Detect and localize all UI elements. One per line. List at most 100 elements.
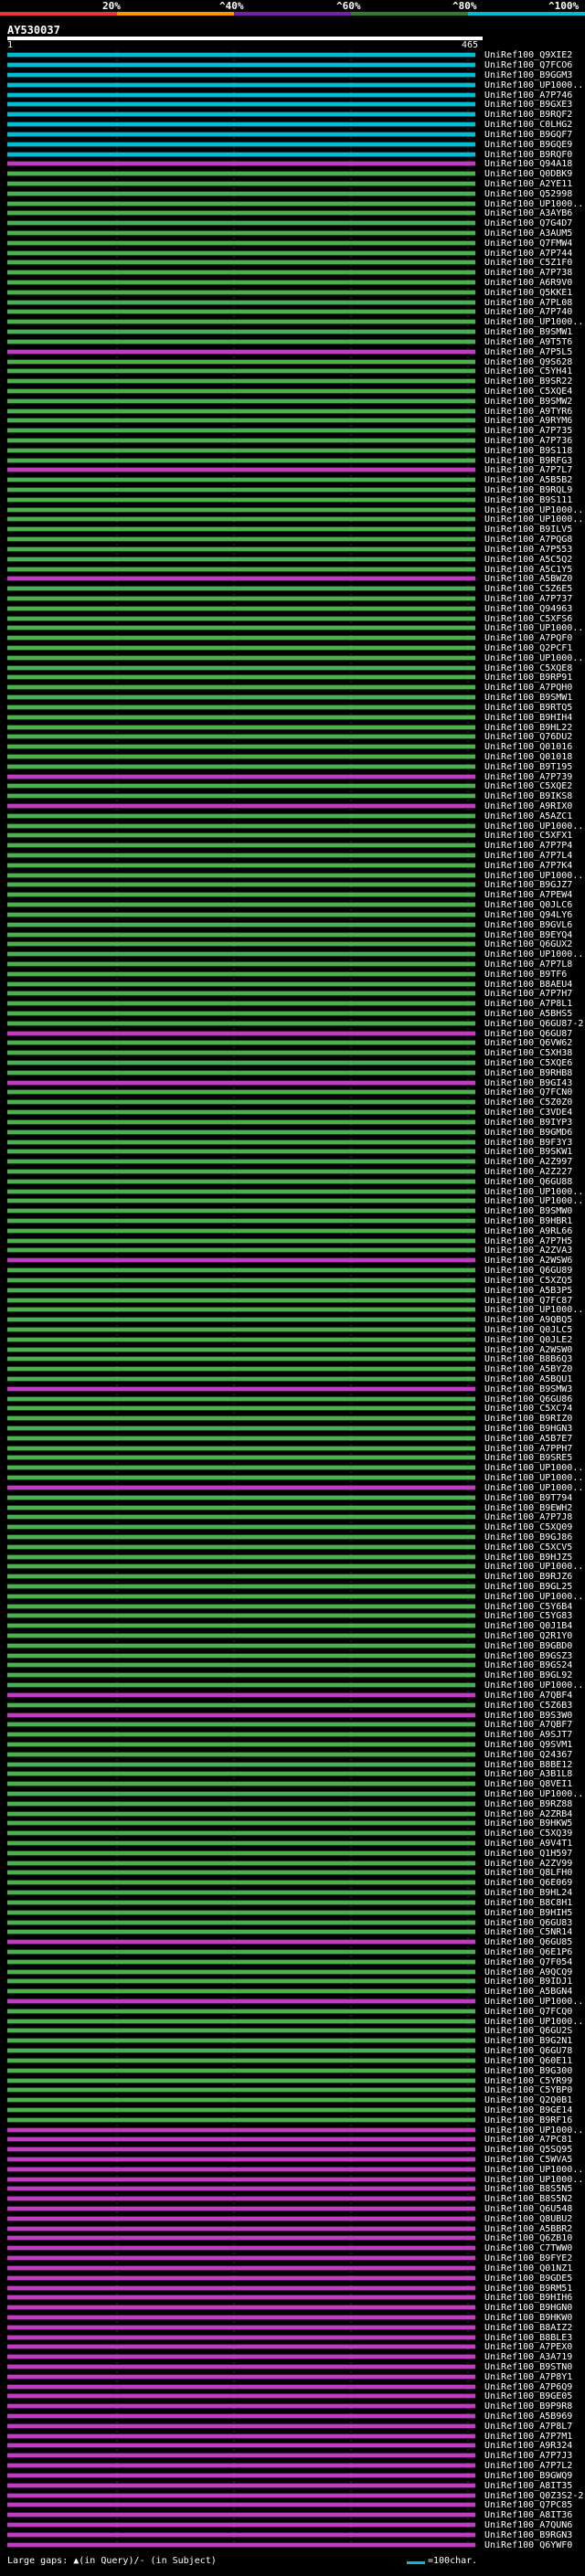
hit-label[interactable]: UniRef100_Q9XIE2: [484, 50, 572, 60]
hit-label[interactable]: UniRef100_A7P553: [484, 545, 572, 555]
hit-label[interactable]: UniRef100_Q8UBU2: [484, 2214, 572, 2224]
hit-label[interactable]: UniRef100_UP1000...: [484, 1483, 585, 1493]
hit-label[interactable]: UniRef100_UP1000...: [484, 1196, 585, 1206]
hit-label[interactable]: UniRef100_A9T5T6: [484, 337, 572, 347]
hit-label[interactable]: UniRef100_B9HIH4: [484, 713, 572, 723]
hit-label[interactable]: UniRef100_A7PQG8: [484, 535, 572, 545]
hit-label[interactable]: UniRef100_A7P737: [484, 594, 572, 604]
hit-label[interactable]: UniRef100_UP1000...: [484, 317, 585, 327]
hit-label[interactable]: UniRef100_A6R9V0: [484, 278, 572, 288]
hit-label[interactable]: UniRef100_B9SR22: [484, 376, 572, 387]
hit-label[interactable]: UniRef100_A5BYZ0: [484, 1364, 572, 1374]
hit-label[interactable]: UniRef100_A2ZVA3: [484, 1246, 572, 1256]
hit-label[interactable]: UniRef100_C7TWW0: [484, 2243, 572, 2253]
hit-label[interactable]: UniRef100_A5C5Q2: [484, 555, 572, 565]
hit-label[interactable]: UniRef100_Q1H597: [484, 1849, 572, 1859]
hit-label[interactable]: UniRef100_B9GXE3: [484, 100, 572, 110]
hit-label[interactable]: UniRef100_C0LHG2: [484, 120, 572, 130]
hit-label[interactable]: UniRef100_B9GWQ9: [484, 2471, 572, 2481]
hit-label[interactable]: UniRef100_UP1000...: [484, 623, 585, 633]
hit-label[interactable]: UniRef100_UP1000...: [484, 1789, 585, 1799]
hit-label[interactable]: UniRef100_A2Z227: [484, 1167, 572, 1177]
hit-label[interactable]: UniRef100_Q2PCF1: [484, 643, 572, 653]
hit-label[interactable]: UniRef100_A7P8L1: [484, 999, 572, 1009]
hit-label[interactable]: UniRef100_A7P7L7: [484, 465, 572, 475]
hit-label[interactable]: UniRef100_A7PEX0: [484, 2342, 572, 2352]
hit-label[interactable]: UniRef100_B9RQF2: [484, 110, 572, 120]
hit-label[interactable]: UniRef100_UP1000...: [484, 1562, 585, 1572]
hit-label[interactable]: UniRef100_A5BWZ0: [484, 574, 572, 584]
hit-label[interactable]: UniRef100_B9HKW5: [484, 1818, 572, 1829]
hit-label[interactable]: UniRef100_B9RGN3: [484, 2530, 572, 2540]
hit-label[interactable]: UniRef100_Q7FCO6: [484, 60, 572, 70]
hit-label[interactable]: UniRef100_B9RP91: [484, 673, 572, 683]
hit-label[interactable]: UniRef100_UP1000...: [484, 1680, 585, 1691]
hit-label[interactable]: UniRef100_A5BGN4: [484, 1987, 572, 1997]
hit-label[interactable]: UniRef100_Q94A18: [484, 159, 572, 169]
hit-label[interactable]: UniRef100_A3B1L8: [484, 1769, 572, 1779]
hit-label[interactable]: UniRef100_B9GQE9: [484, 140, 572, 150]
hit-label[interactable]: UniRef100_C5YH41: [484, 366, 572, 376]
hit-label[interactable]: UniRef100_B9GS24: [484, 1660, 572, 1670]
hit-label[interactable]: UniRef100_B8C8H1: [484, 1898, 572, 1908]
hit-label[interactable]: UniRef100_B9S111: [484, 495, 572, 505]
hit-label[interactable]: UniRef100_Q6GUX2: [484, 939, 572, 949]
hit-label[interactable]: UniRef100_Q6E069: [484, 1878, 572, 1888]
hit-label[interactable]: UniRef100_Q8VEI1: [484, 1779, 572, 1789]
hit-label[interactable]: UniRef100_C5Z6E5: [484, 584, 572, 594]
hit-label[interactable]: UniRef100_A7QBF7: [484, 1720, 572, 1730]
hit-label[interactable]: UniRef100_B9GE14: [484, 2105, 572, 2115]
hit-label[interactable]: UniRef100_C5XQE6: [484, 1058, 572, 1068]
hit-label[interactable]: UniRef100_B9GJ86: [484, 1532, 572, 1542]
hit-label[interactable]: UniRef100_A7P740: [484, 307, 572, 317]
hit-label[interactable]: UniRef100_A7PQF0: [484, 633, 572, 643]
hit-label[interactable]: UniRef100_A9RIX0: [484, 801, 572, 811]
hit-label[interactable]: UniRef100_C5XQE2: [484, 781, 572, 791]
hit-label[interactable]: UniRef100_C5XZQ5: [484, 1276, 572, 1286]
hit-label[interactable]: UniRef100_Q6U548: [484, 2204, 572, 2214]
hit-label[interactable]: UniRef100_A5B969: [484, 2412, 572, 2422]
hit-label[interactable]: UniRef100_C5Z6B3: [484, 1701, 572, 1711]
hit-label[interactable]: UniRef100_A7P8Y1: [484, 2372, 572, 2382]
hit-label[interactable]: UniRef100_A7P736: [484, 436, 572, 446]
hit-label[interactable]: UniRef100_B9S118: [484, 446, 572, 456]
hit-label[interactable]: UniRef100_Q7FMW4: [484, 239, 572, 249]
hit-label[interactable]: UniRef100_Q6GU85: [484, 1937, 572, 1947]
hit-label[interactable]: UniRef100_B9GMD6: [484, 1128, 572, 1138]
hit-label[interactable]: UniRef100_Q6GU78: [484, 2046, 572, 2056]
hit-label[interactable]: UniRef100_A5BHS5: [484, 1009, 572, 1019]
hit-label[interactable]: UniRef100_Q0JLC6: [484, 900, 572, 910]
hit-label[interactable]: UniRef100_C5XC74: [484, 1404, 572, 1414]
hit-label[interactable]: UniRef100_C3VDE4: [484, 1108, 572, 1118]
hit-label[interactable]: UniRef100_B8AIZ2: [484, 2323, 572, 2333]
hit-label[interactable]: UniRef100_B9GE05: [484, 2391, 572, 2401]
hit-label[interactable]: UniRef100_B9HGN3: [484, 1424, 572, 1434]
hit-label[interactable]: UniRef100_UP1000...: [484, 949, 585, 959]
hit-label[interactable]: UniRef100_B9T195: [484, 762, 572, 772]
hit-label[interactable]: UniRef100_B9GVL6: [484, 920, 572, 930]
hit-label[interactable]: UniRef100_A2YE11: [484, 179, 572, 189]
hit-label[interactable]: UniRef100_A7P7L4: [484, 851, 572, 861]
hit-label[interactable]: UniRef100_Q9SVM1: [484, 1740, 572, 1750]
hit-label[interactable]: UniRef100_A3A719: [484, 2352, 572, 2362]
hit-label[interactable]: UniRef100_A5B5B2: [484, 475, 572, 485]
hit-label[interactable]: UniRef100_Q6E1P6: [484, 1947, 572, 1957]
hit-label[interactable]: UniRef100_Q52998: [484, 189, 572, 199]
hit-label[interactable]: UniRef100_A7PC81: [484, 2135, 572, 2145]
hit-label[interactable]: UniRef100_Q8LFH0: [484, 1868, 572, 1878]
hit-label[interactable]: UniRef100_A7P7L2: [484, 2461, 572, 2471]
hit-label[interactable]: UniRef100_Q7FCN0: [484, 1087, 572, 1097]
hit-label[interactable]: UniRef100_B9SMW3: [484, 1384, 572, 1394]
hit-label[interactable]: UniRef100_UP1000...: [484, 1473, 585, 1483]
hit-label[interactable]: UniRef100_B9SMW0: [484, 1206, 572, 1216]
hit-label[interactable]: UniRef100_UP1000...: [484, 514, 585, 525]
hit-label[interactable]: UniRef100_B9HBR1: [484, 1216, 572, 1226]
hit-label[interactable]: UniRef100_Q0JLC5: [484, 1325, 572, 1335]
hit-label[interactable]: UniRef100_B9T794: [484, 1493, 572, 1503]
hit-label[interactable]: UniRef100_Q76DU2: [484, 732, 572, 742]
hit-label[interactable]: UniRef100_B9GDE5: [484, 2274, 572, 2284]
hit-label[interactable]: UniRef100_B8S5N5: [484, 2184, 572, 2194]
hit-label[interactable]: UniRef100_B9RJZ6: [484, 1572, 572, 1582]
hit-label[interactable]: UniRef100_B9HKW0: [484, 2313, 572, 2323]
hit-label[interactable]: UniRef100_B9SMW1: [484, 327, 572, 337]
